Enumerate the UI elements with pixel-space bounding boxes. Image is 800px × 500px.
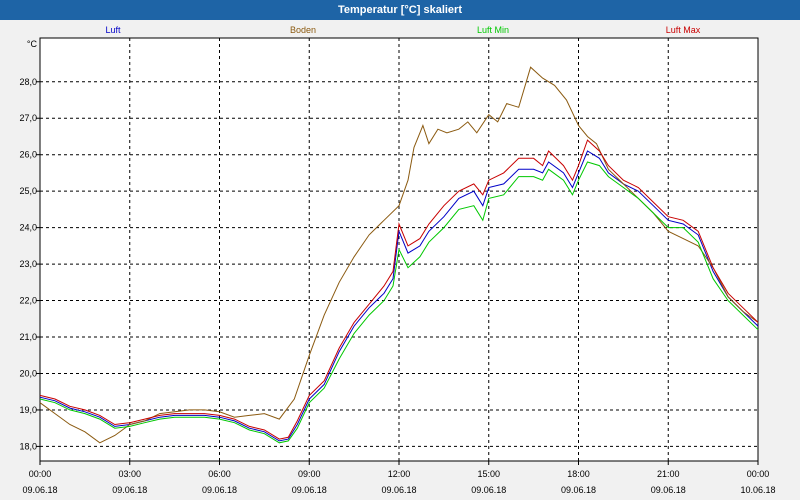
y-tick-label: 25,0 [19,186,37,196]
temperature-chart: 28,0 27,0 26,0 25,0 24,0 23,0 22,0 21,0 20,0 19,0… [19,25,775,495]
y-tick-label: 22,0 [19,296,37,306]
y-tick-label: 19,0 [19,405,37,415]
x-tick-label-date: 09.06.18 [561,485,596,495]
y-tick-label: 18,0 [19,441,37,451]
x-tick-label-date: 09.06.18 [112,485,147,495]
y-tick-label: 26,0 [19,150,37,160]
chart-window: Temperatur [°C] skaliert 28,0 27,0 26,0 25,… [0,0,800,500]
y-tick-label: 28,0 [19,77,37,87]
x-tick-label-time: 00:00 [29,469,52,479]
y-axis-unit-label: °C [27,39,38,49]
x-tick-label-date: 09.06.18 [471,485,506,495]
x-tick-label-date: 09.06.18 [22,485,57,495]
y-tick-label: 24,0 [19,223,37,233]
y-tick-label: 21,0 [19,332,37,342]
x-tick-label-time: 09:00 [298,469,321,479]
x-tick-label-time: 06:00 [208,469,231,479]
y-tick-label: 27,0 [19,113,37,123]
x-tick-label-date: 09.06.18 [651,485,686,495]
x-tick-label-time: 12:00 [388,469,411,479]
x-tick-label-date: 09.06.18 [202,485,237,495]
window-title: Temperatur [°C] skaliert [0,0,800,20]
x-tick-label-date: 09.06.18 [292,485,327,495]
legend-item-luft-max: Luft Max [666,25,701,35]
legend: Luft Boden Luft Min Luft Max [105,25,700,35]
x-tick-label-date: 09.06.18 [381,485,416,495]
x-tick-label-time: 15:00 [477,469,500,479]
legend-item-luft: Luft [105,25,121,35]
x-tick-label-time: 03:00 [118,469,141,479]
legend-item-boden: Boden [290,25,316,35]
chart-area: 28,0 27,0 26,0 25,0 24,0 23,0 22,0 21,0 20,0 19,0… [0,20,800,500]
x-tick-label-time: 18:00 [567,469,590,479]
x-tick-label-time: 21:00 [657,469,680,479]
x-tick-label-time: 00:00 [747,469,770,479]
y-tick-label: 23,0 [19,259,37,269]
legend-item-luft-min: Luft Min [477,25,509,35]
x-tick-label-date: 10.06.18 [740,485,775,495]
y-tick-label: 20,0 [19,368,37,378]
